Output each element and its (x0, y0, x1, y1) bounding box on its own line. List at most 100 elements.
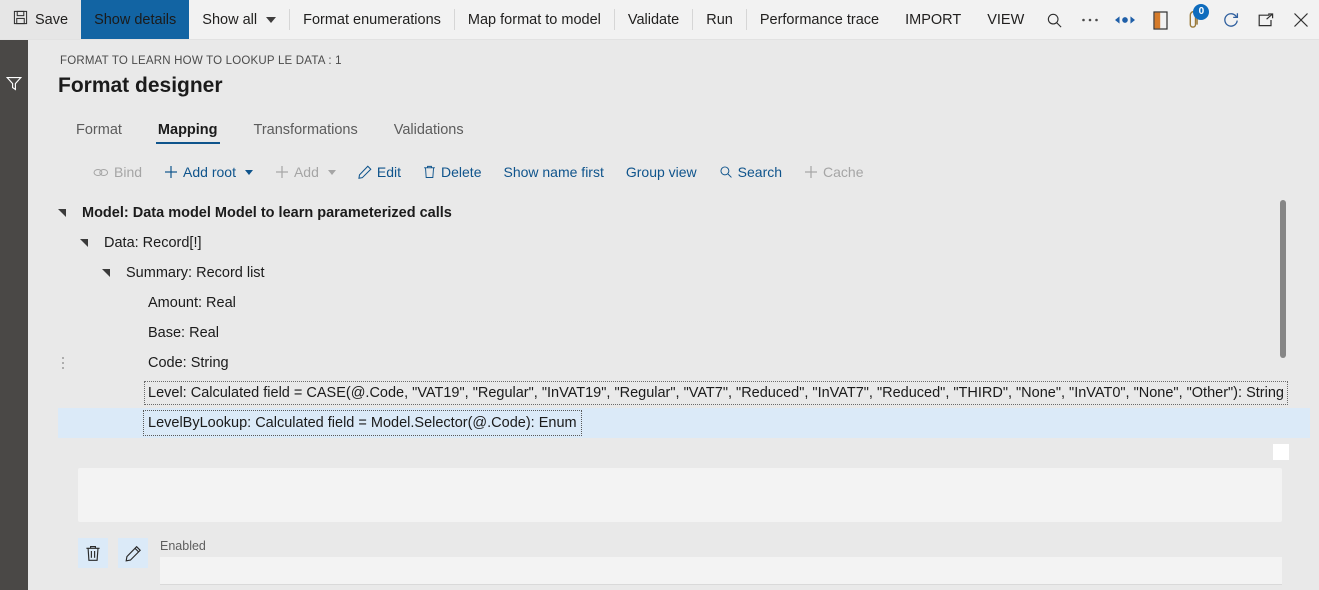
search-icon[interactable] (1037, 0, 1072, 40)
tree-row[interactable]: Data: Record[!] (58, 228, 1310, 258)
tree-expander-icon[interactable] (98, 258, 114, 288)
action-label: Bind (114, 164, 142, 180)
edit-action[interactable]: Edit (347, 158, 412, 186)
tab-strip: Format Mapping Transformations Validations (58, 112, 482, 146)
enabled-field-block: Enabled (160, 538, 1310, 585)
tab-validations[interactable]: Validations (376, 122, 482, 146)
ellipsis-icon[interactable] (1073, 0, 1108, 40)
plus-icon (804, 165, 818, 179)
run-button[interactable]: Run (693, 0, 746, 39)
enabled-input[interactable] (160, 557, 1282, 585)
view-label: VIEW (987, 12, 1024, 28)
validate-button[interactable]: Validate (615, 0, 692, 39)
tree-row[interactable]: Level: Calculated field = CASE(@.Code, "… (58, 378, 1310, 408)
show-name-first-action[interactable]: Show name first (492, 158, 614, 186)
tab-label: Format (76, 122, 122, 138)
tree-row[interactable]: Amount: Real (58, 288, 1310, 318)
show-details-label: Show details (94, 12, 176, 28)
tree-row-label: Model: Data model Model to learn paramet… (82, 205, 452, 221)
trash-icon (423, 165, 436, 179)
format-enumerations-label: Format enumerations (303, 12, 441, 28)
tree-row[interactable]: LevelByLookup: Calculated field = Model.… (58, 408, 1310, 438)
save-disk-icon (13, 10, 28, 29)
cache-action: Cache (793, 158, 874, 186)
action-label: Edit (377, 164, 401, 180)
show-all-dropdown[interactable]: Show all (189, 0, 289, 39)
run-label: Run (706, 12, 733, 28)
add-root-action[interactable]: Add root (153, 158, 264, 186)
tab-label: Mapping (158, 122, 218, 138)
search-icon (719, 165, 733, 179)
tree-row-label: Base: Real (148, 325, 219, 341)
map-format-to-model-button[interactable]: Map format to model (455, 0, 614, 39)
chevron-down-icon (245, 170, 253, 175)
import-label: IMPORT (905, 12, 961, 28)
refresh-icon[interactable] (1213, 0, 1248, 40)
action-label: Group view (626, 164, 697, 180)
tab-label: Validations (394, 122, 464, 138)
filter-funnel-icon[interactable] (0, 68, 28, 98)
show-all-label: Show all (202, 12, 257, 28)
model-tree: Model: Data model Model to learn paramet… (58, 198, 1310, 438)
delete-button[interactable] (78, 538, 108, 568)
edit-button[interactable] (118, 538, 148, 568)
plus-icon (164, 165, 178, 179)
chevron-down-icon (266, 17, 276, 23)
format-enumerations-button[interactable]: Format enumerations (290, 0, 454, 39)
bind-action: Bind (82, 158, 153, 186)
tree-scrollbar-thumb[interactable] (1280, 200, 1286, 358)
left-navigation-rail (0, 40, 28, 590)
group-view-action[interactable]: Group view (615, 158, 708, 186)
tab-mapping[interactable]: Mapping (140, 122, 236, 146)
tree-row-label: Level: Calculated field = CASE(@.Code, "… (148, 385, 1284, 401)
plus-icon (275, 165, 289, 179)
detail-pane (78, 468, 1282, 522)
action-label: Delete (441, 164, 481, 180)
action-label: Add root (183, 164, 236, 180)
view-menu[interactable]: VIEW (974, 0, 1037, 39)
tree-expander-icon[interactable] (76, 228, 92, 258)
splitter-handle[interactable] (58, 353, 68, 373)
tree-row[interactable]: Code: String (58, 348, 1310, 378)
tab-format[interactable]: Format (58, 122, 140, 146)
tree-row-label: Amount: Real (148, 295, 236, 311)
tree-row[interactable]: Summary: Record list (58, 258, 1310, 288)
open-in-new-window-icon[interactable] (1249, 0, 1284, 40)
map-format-to-model-label: Map format to model (468, 12, 601, 28)
tree-row-label: Data: Record[!] (104, 235, 202, 251)
tree-expander-icon[interactable] (54, 198, 70, 228)
validate-label: Validate (628, 12, 679, 28)
save-button[interactable]: Save (0, 0, 81, 39)
attachments-count-badge: 0 (1193, 4, 1209, 20)
import-menu[interactable]: IMPORT (892, 0, 974, 39)
show-details-button[interactable]: Show details (81, 0, 189, 39)
attachments-icon[interactable]: 0 (1178, 0, 1213, 40)
top-command-bar: Save Show details Show all Format enumer… (0, 0, 1319, 40)
enabled-label: Enabled (160, 538, 1310, 554)
bottom-editor-row: Enabled (78, 538, 1310, 590)
action-label: Cache (823, 164, 863, 180)
action-label: Show name first (503, 164, 603, 180)
tab-transformations[interactable]: Transformations (236, 122, 376, 146)
tree-row-label: Code: String (148, 355, 229, 371)
pencil-icon (358, 165, 372, 179)
close-icon[interactable] (1284, 0, 1319, 40)
performance-trace-label: Performance trace (760, 12, 879, 28)
main-content-area: FORMAT TO LEARN HOW TO LOOKUP LE DATA : … (28, 40, 1319, 590)
office-app-icon[interactable] (1143, 0, 1178, 40)
chevron-down-icon (328, 170, 336, 175)
add-action: Add (264, 158, 347, 186)
action-label: Search (738, 164, 782, 180)
performance-trace-button[interactable]: Performance trace (747, 0, 892, 39)
save-label: Save (35, 12, 68, 28)
bind-link-icon (93, 167, 109, 178)
tree-action-toolbar: Bind Add root Add Edit Delete Show name first… (82, 158, 875, 186)
tree-row[interactable]: Model: Data model Model to learn paramet… (58, 198, 1310, 228)
search-action[interactable]: Search (708, 158, 793, 186)
settings-icon[interactable] (1108, 0, 1143, 40)
delete-action[interactable]: Delete (412, 158, 492, 186)
tree-row[interactable]: Base: Real (58, 318, 1310, 348)
resize-marker (1273, 444, 1289, 460)
tree-vertical-scrollbar[interactable] (1276, 195, 1290, 435)
tree-row-label: Summary: Record list (126, 265, 265, 281)
